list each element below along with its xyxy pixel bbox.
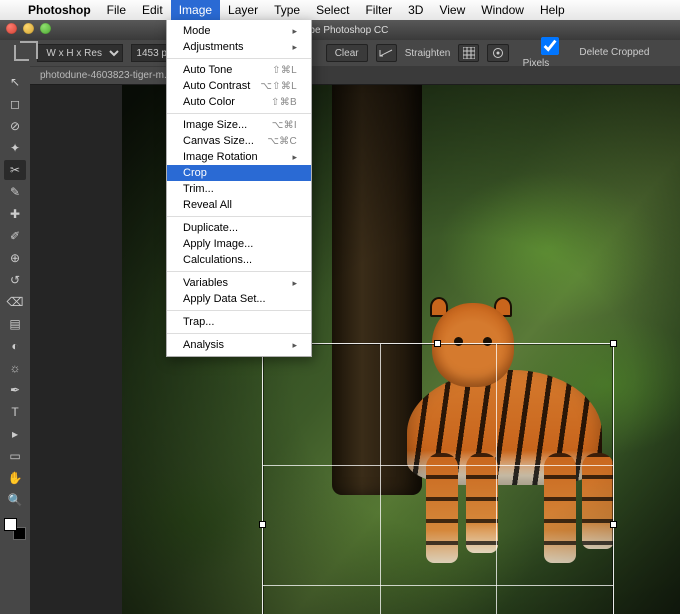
history-brush-tool[interactable]: ↺ <box>4 270 26 290</box>
path-selection-tool[interactable]: ▸ <box>4 424 26 444</box>
straighten-icon[interactable] <box>376 44 397 62</box>
crop-ratio-select[interactable]: W x H x Res… <box>37 44 123 62</box>
menu-item-auto-contrast[interactable]: Auto Contrast ⌥⇧⌘L <box>167 78 311 94</box>
menu-item-label: Image Rotation <box>183 151 258 163</box>
menu-item-image-rotation[interactable]: Image Rotation <box>167 149 311 165</box>
tool-palette: ↖◻⊘✦✂✎✚✐⊕↺⌫▤◐☼✒T▸▭✋🔍 <box>0 66 30 614</box>
crop-tool-icon <box>14 45 29 61</box>
menu-item-auto-tone[interactable]: Auto Tone ⇧⌘L <box>167 62 311 78</box>
gradient-tool[interactable]: ▤ <box>4 314 26 334</box>
menu-item-label: Auto Tone <box>183 64 232 76</box>
menu-item-shortcut: ⌥⌘I <box>272 120 297 131</box>
type-tool[interactable]: T <box>4 402 26 422</box>
marquee-tool[interactable]: ◻ <box>4 94 26 114</box>
foreground-swatch[interactable] <box>4 518 17 531</box>
brush-tool[interactable]: ✐ <box>4 226 26 246</box>
menu-edit[interactable]: Edit <box>134 0 171 20</box>
menu-help[interactable]: Help <box>532 0 573 20</box>
menu-item-adjustments[interactable]: Adjustments <box>167 39 311 55</box>
menu-type[interactable]: Type <box>266 0 308 20</box>
menu-item-label: Analysis <box>183 339 224 351</box>
eraser-tool[interactable]: ⌫ <box>4 292 26 312</box>
crop-handle[interactable] <box>434 340 441 347</box>
menu-filter[interactable]: Filter <box>357 0 400 20</box>
menu-item-label: Crop <box>183 167 207 179</box>
hand-tool[interactable]: ✋ <box>4 468 26 488</box>
dodge-tool[interactable]: ☼ <box>4 358 26 378</box>
menu-item-label: Apply Data Set... <box>183 293 266 305</box>
clear-button[interactable]: Clear <box>326 44 368 62</box>
move-tool[interactable]: ↖ <box>4 72 26 92</box>
mac-menubar: Photoshop File Edit Image Layer Type Sel… <box>0 0 680 20</box>
pen-tool[interactable]: ✒ <box>4 380 26 400</box>
menu-item-apply-data-set[interactable]: Apply Data Set... <box>167 291 311 307</box>
eyedropper-tool[interactable]: ✎ <box>4 182 26 202</box>
menu-item-label: Adjustments <box>183 41 244 53</box>
menu-view[interactable]: View <box>431 0 473 20</box>
menu-item-label: Duplicate... <box>183 222 238 234</box>
canvas-area <box>30 85 680 614</box>
menu-item-label: Auto Contrast <box>183 80 250 92</box>
healing-brush-tool[interactable]: ✚ <box>4 204 26 224</box>
color-swatches[interactable] <box>4 518 26 540</box>
menu-item-label: Trap... <box>183 316 214 328</box>
crop-handle[interactable] <box>610 340 617 347</box>
zoom-tool[interactable]: 🔍 <box>4 490 26 510</box>
menu-item-crop[interactable]: Crop <box>167 165 311 181</box>
menu-layer[interactable]: Layer <box>220 0 266 20</box>
menu-item-calculations[interactable]: Calculations... <box>167 252 311 268</box>
menu-item-label: Calculations... <box>183 254 252 266</box>
menu-item-shortcut: ⇧⌘L <box>272 65 297 76</box>
app-menu[interactable]: Photoshop <box>20 0 99 20</box>
clone-stamp-tool[interactable]: ⊕ <box>4 248 26 268</box>
menu-item-duplicate[interactable]: Duplicate... <box>167 220 311 236</box>
menu-window[interactable]: Window <box>473 0 532 20</box>
menu-item-shortcut: ⇧⌘B <box>271 97 297 108</box>
crop-tool[interactable]: ✂ <box>4 160 26 180</box>
straighten-label: Straighten <box>405 48 451 59</box>
document-tab-name: photodune-4603823-tiger-m.jp… <box>40 70 185 81</box>
crop-marquee[interactable] <box>262 343 614 614</box>
magic-wand-tool[interactable]: ✦ <box>4 138 26 158</box>
crop-handle[interactable] <box>610 521 617 528</box>
overlay-options-icon[interactable] <box>458 44 479 62</box>
menu-3d[interactable]: 3D <box>400 0 431 20</box>
menu-item-label: Mode <box>183 25 211 37</box>
menu-item-shortcut: ⌥⌘C <box>267 136 297 147</box>
menu-item-shortcut: ⌥⇧⌘L <box>260 81 297 92</box>
image-menu-dropdown: Mode Adjustments Auto Tone ⇧⌘L Auto Contrast… <box>166 20 312 357</box>
menu-item-trap[interactable]: Trap... <box>167 314 311 330</box>
minimize-window-button[interactable] <box>23 23 34 34</box>
menu-item-label: Auto Color <box>183 96 235 108</box>
menu-file[interactable]: File <box>99 0 134 20</box>
menu-item-apply-image[interactable]: Apply Image... <box>167 236 311 252</box>
menu-item-mode[interactable]: Mode <box>167 23 311 39</box>
blur-tool[interactable]: ◐ <box>4 336 26 356</box>
menu-item-variables[interactable]: Variables <box>167 275 311 291</box>
menu-item-label: Image Size... <box>183 119 247 131</box>
menu-item-trim[interactable]: Trim... <box>167 181 311 197</box>
menu-image[interactable]: Image <box>171 0 220 20</box>
lasso-tool[interactable]: ⊘ <box>4 116 26 136</box>
shape-tool[interactable]: ▭ <box>4 446 26 466</box>
close-window-button[interactable] <box>6 23 17 34</box>
menu-item-auto-color[interactable]: Auto Color ⇧⌘B <box>167 94 311 110</box>
menu-select[interactable]: Select <box>308 0 357 20</box>
menu-item-label: Canvas Size... <box>183 135 254 147</box>
menu-item-label: Reveal All <box>183 199 232 211</box>
menu-item-image-size[interactable]: Image Size... ⌥⌘I <box>167 117 311 133</box>
menu-item-analysis[interactable]: Analysis <box>167 337 311 353</box>
delete-cropped-checkbox[interactable]: Delete Cropped Pixels <box>523 37 672 69</box>
menu-item-canvas-size[interactable]: Canvas Size... ⌥⌘C <box>167 133 311 149</box>
menu-item-reveal-all[interactable]: Reveal All <box>167 197 311 213</box>
menu-item-label: Trim... <box>183 183 214 195</box>
crop-handle[interactable] <box>259 521 266 528</box>
zoom-window-button[interactable] <box>40 23 51 34</box>
crop-settings-icon[interactable] <box>487 44 508 62</box>
menu-item-label: Apply Image... <box>183 238 253 250</box>
menu-item-label: Variables <box>183 277 228 289</box>
tool-options-bar: W x H x Res… Clear Straighten Delete Cro… <box>0 40 680 66</box>
